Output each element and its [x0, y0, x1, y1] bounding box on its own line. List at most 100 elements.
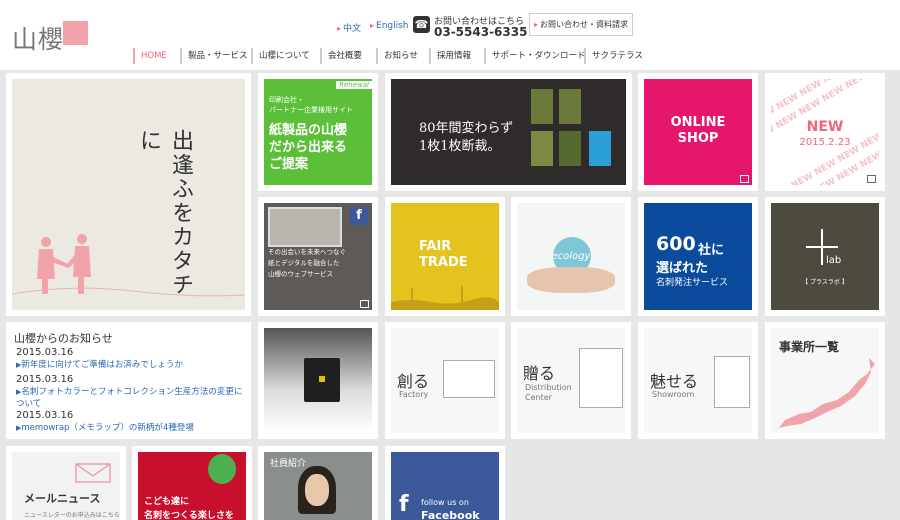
external-link-icon	[867, 175, 876, 183]
lang-en-label: English	[376, 21, 409, 31]
phone-icon: ☎	[413, 16, 430, 33]
card-sample	[531, 89, 553, 124]
news-date: 2015.03.16	[16, 347, 74, 358]
partner-label-2: パートナー企業様用サイト	[269, 106, 353, 114]
partner-site-banner: Renewal 印刷会社・ パートナー企業様用サイト 紙製品の山櫻 だから出来る…	[264, 79, 372, 185]
tel-number[interactable]: 03-5543-6335	[434, 25, 527, 39]
site-logo[interactable]: 山櫻	[12, 20, 64, 56]
arrow-icon: ▸	[337, 24, 342, 33]
plus-lab-tile[interactable]: lab 【 プラスラボ 】	[765, 197, 885, 316]
ecology-tile[interactable]: ecology	[511, 197, 631, 316]
staff-face	[305, 474, 329, 506]
nav-sakura-terrace[interactable]: サクラテラス	[584, 48, 643, 64]
kids-banner: こども達に 名刺をつくる楽しさを	[138, 452, 246, 520]
web-service-banner: f その出会いを未来へつなぐ 紙とデジタルを融合した 山櫻のウェブサービス	[264, 203, 372, 310]
offices-tile[interactable]: 事業所一覧	[765, 322, 885, 439]
nav-home[interactable]: HOME	[133, 48, 167, 64]
nav-company[interactable]: 会社概要	[320, 48, 362, 64]
ecology-banner: ecology	[517, 203, 625, 310]
lang-zh-label: 中文	[343, 24, 362, 34]
external-link-icon	[740, 175, 749, 183]
news-link-text: 新年度に向けてご準備はお済みでしょうか	[21, 360, 183, 370]
staff-tile[interactable]: 社員紹介	[258, 446, 378, 520]
hero-tile[interactable]: 出逢ふをカタチに	[6, 73, 251, 316]
facebook-tile[interactable]: f follow us on Facebook	[385, 446, 505, 520]
kids-copy-1: こども達に	[144, 497, 190, 507]
hero-text: 出逢ふをカタチに	[136, 129, 193, 297]
fair-trade-banner: FAIR TRADE	[391, 203, 499, 310]
plus-lab-banner: lab 【 プラスラボ 】	[771, 203, 879, 310]
lab-sub-label: 【 プラスラボ 】	[802, 279, 848, 286]
web-copy-1: その出会いを未来へつなぐ	[268, 248, 346, 256]
web-service-tile[interactable]: f その出会いを未来へつなぐ 紙とデジタルを融合した 山櫻のウェブサービス	[258, 197, 378, 316]
facebook-name: Facebook	[421, 509, 480, 520]
fair-trade-tile[interactable]: FAIR TRADE	[385, 197, 505, 316]
card-sample	[559, 131, 581, 166]
distribution-label: 贈る	[523, 364, 556, 383]
new-label: NEW	[806, 119, 844, 135]
staff-label: 社員紹介	[270, 459, 307, 469]
shop-label-2: SHOP	[677, 131, 719, 146]
factory-label: 創る	[397, 372, 430, 391]
lang-zh-link[interactable]: ▸ 中文	[337, 21, 361, 34]
card-sample	[559, 89, 581, 124]
company-count-suffix: 社に	[698, 243, 725, 258]
card-order-tile[interactable]: 600 社に 選ばれた 名刺発注サービス	[638, 197, 758, 316]
distribution-banner: 贈る Distribution Center	[517, 328, 625, 433]
online-shop-tile[interactable]: ONLINE SHOP	[638, 73, 758, 191]
machine-light	[319, 376, 325, 382]
kids-tile[interactable]: こども達に 名刺をつくる楽しさを	[132, 446, 252, 520]
new-date: 2015.2.23	[799, 137, 851, 148]
machine-tile[interactable]	[258, 322, 378, 439]
arrow-icon: ▸	[370, 21, 375, 30]
plus-icon-horizontal	[806, 246, 838, 248]
business-card-tile[interactable]: 80年間変わらず 1枚1枚断裁。	[385, 73, 632, 191]
web-copy-3: 山櫻のウェブサービス	[268, 270, 333, 278]
contact-button[interactable]: ▸ お問い合わせ・資料請求	[529, 13, 633, 36]
mail-news-banner: メールニュース ニュースレターのお申込みはこちら	[12, 452, 120, 520]
mail-news-title: メールニュース	[24, 492, 101, 505]
card-sample	[589, 131, 611, 166]
card-order-banner: 600 社に 選ばれた 名刺発注サービス	[644, 203, 752, 310]
showroom-banner: 魅せる Showroom	[644, 328, 752, 433]
web-copy-2: 紙とデジタルを融合した	[268, 259, 340, 267]
factory-building	[443, 360, 495, 398]
showroom-label-en: Showroom	[652, 390, 695, 399]
card-copy-1: 80年間変わらず	[419, 121, 514, 136]
nav-news[interactable]: お知らせ	[376, 48, 418, 64]
distribution-building	[579, 348, 623, 408]
offices-label: 事業所一覧	[779, 340, 840, 354]
facebook-banner: f follow us on Facebook	[391, 452, 499, 520]
news-link-text: 名刺フォトカラーとフォトコレクション生産方法の変更について	[16, 387, 243, 409]
news-link[interactable]: ▶新年度に向けてご準備はお済みでしょうか	[16, 359, 246, 371]
partner-label-1: 印刷会社・	[269, 96, 304, 104]
external-link-icon	[360, 300, 369, 308]
news-link[interactable]: ▶名刺フォトカラーとフォトコレクション生産方法の変更について	[16, 386, 246, 410]
staff-banner: 社員紹介	[264, 452, 372, 520]
business-card-banner: 80年間変わらず 1枚1枚断裁。	[391, 79, 626, 185]
card-sample	[531, 131, 553, 166]
nav-about[interactable]: 山櫻について	[251, 48, 310, 64]
lang-en-link[interactable]: ▸ English	[370, 21, 409, 31]
web-service-copy: その出会いを未来へつなぐ 紙とデジタルを融合した 山櫻のウェブサービス	[268, 247, 346, 280]
lab-label: lab	[826, 255, 842, 266]
factory-banner: 創る Factory	[391, 328, 499, 433]
nav-recruit[interactable]: 採用情報	[429, 48, 471, 64]
news-date: 2015.03.16	[16, 410, 74, 421]
distribution-tile[interactable]: 贈る Distribution Center	[511, 322, 631, 439]
nav-products[interactable]: 製品・サービス	[180, 48, 248, 64]
mail-news-tile[interactable]: メールニュース ニュースレターのお申込みはこちら	[6, 446, 126, 520]
facebook-icon: f	[350, 207, 368, 225]
news-link[interactable]: ▶memowrap（メモラップ）の新柄が4種登場	[16, 422, 246, 434]
renewal-badge: Renewal	[336, 81, 372, 89]
company-count: 600	[656, 233, 696, 255]
news-panel: 山櫻からのお知らせ 2015.03.16 ▶新年度に向けてご準備はお済みでしょう…	[6, 322, 251, 439]
partner-site-tile[interactable]: Renewal 印刷会社・ パートナー企業様用サイト 紙製品の山櫻 だから出来る…	[258, 73, 378, 191]
new-tile[interactable]: NEW NEW NEW NEW NEW NEW NEW NEW NEW NEW …	[765, 73, 885, 191]
handshake-illustration	[12, 234, 245, 297]
factory-tile[interactable]: 創る Factory	[385, 322, 505, 439]
news-link-text: memowrap（メモラップ）の新柄が4種登場	[21, 423, 194, 433]
mascot-character	[208, 454, 236, 484]
nav-support[interactable]: サポート・ダウンロード	[484, 48, 586, 64]
showroom-tile[interactable]: 魅せる Showroom	[638, 322, 758, 439]
